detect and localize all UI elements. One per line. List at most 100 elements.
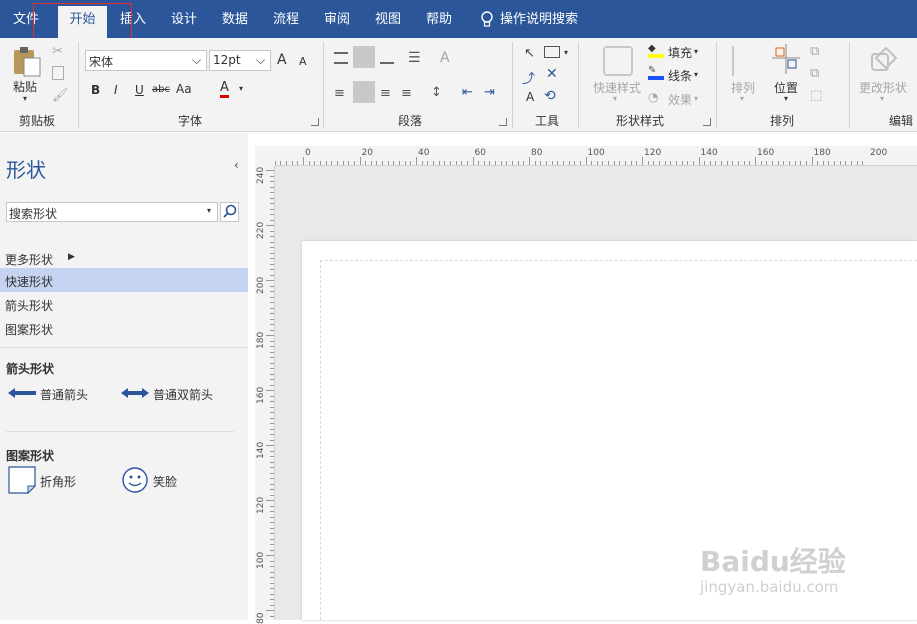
font-name-select[interactable]: 宋体 ⌵ (85, 50, 207, 71)
group-paragraph-label: 段落 (397, 114, 422, 128)
fill-icon[interactable]: ◆ (648, 44, 664, 58)
paste-icon[interactable] (10, 44, 44, 78)
quick-styles-dropdown-icon[interactable]: ▾ (613, 94, 617, 103)
ruler-tick (270, 467, 274, 468)
double-arrow-shape-label[interactable]: 普通双箭头 (153, 386, 213, 403)
rectangle-tool-icon[interactable] (544, 46, 560, 58)
effects-icon[interactable]: ◔ (648, 90, 658, 104)
copy-icon[interactable] (52, 66, 64, 80)
text-direction-icon[interactable]: A (440, 50, 450, 66)
increase-indent-icon[interactable]: ⇥ (484, 85, 495, 100)
font-color-button[interactable]: A (220, 81, 229, 98)
italic-button[interactable]: I (114, 83, 118, 97)
tell-me-search[interactable]: 操作说明搜索 (500, 0, 584, 38)
connector-tool-icon[interactable]: ⤴ (522, 68, 535, 87)
smiley-face-shape-label[interactable]: 笑脸 (153, 473, 177, 490)
shape-search-input[interactable]: 搜索形状 ▾ (6, 202, 218, 222)
ruler-tick (421, 161, 423, 165)
folded-corner-shape-icon[interactable] (8, 466, 37, 495)
ruler-tick (270, 203, 274, 204)
format-painter-icon[interactable]: 🖌 (52, 88, 69, 103)
ruler-tick (270, 351, 274, 353)
align-left-icon[interactable]: ≡ (334, 86, 345, 101)
ruler-tick (331, 161, 333, 165)
bold-button[interactable]: B (91, 83, 100, 97)
pointer-tool-icon[interactable]: ↖ (524, 46, 535, 61)
nav-quick-shapes[interactable]: 快速形状 (5, 273, 53, 290)
double-arrow-shape-icon[interactable] (121, 386, 149, 400)
align-center-icon[interactable] (353, 81, 375, 103)
ruler-tick (336, 161, 338, 165)
quick-styles-icon[interactable] (603, 46, 633, 76)
collapse-panel-icon[interactable]: ‹ (234, 158, 239, 172)
tab-view[interactable]: 视图 (365, 0, 411, 38)
paragraph-dialog-launcher-icon[interactable] (499, 118, 507, 126)
tab-process[interactable]: 流程 (263, 0, 309, 38)
ruler-tick (270, 439, 274, 441)
line-spacing-icon[interactable]: ↕ (431, 85, 442, 100)
paste-button[interactable]: 粘贴 (13, 78, 37, 95)
paste-dropdown-icon[interactable]: ▾ (23, 94, 27, 103)
line-dropdown-icon[interactable]: ▾ (694, 70, 698, 79)
tab-review[interactable]: 审阅 (314, 0, 360, 38)
change-shape-dropdown-icon[interactable]: ▾ (880, 94, 884, 103)
ruler-label: 160 (256, 386, 266, 404)
font-dialog-launcher-icon[interactable] (311, 118, 319, 126)
position-dropdown-icon[interactable]: ▾ (784, 94, 788, 103)
nav-more-shapes[interactable]: 更多形状 (5, 251, 53, 268)
fill-dropdown-icon[interactable]: ▾ (694, 47, 698, 56)
font-size-select[interactable]: 12pt ⌵ (209, 50, 271, 71)
align-bottom-icon[interactable] (380, 52, 394, 64)
tab-design[interactable]: 设计 (161, 0, 207, 38)
ruler-tick (726, 161, 728, 165)
search-icon[interactable] (220, 202, 239, 222)
line-button[interactable]: 线条 (668, 67, 692, 84)
fill-button[interactable]: 填充 (668, 44, 692, 61)
arrow-shape-label[interactable]: 普通箭头 (40, 386, 88, 403)
grow-font-button[interactable]: A (277, 52, 287, 68)
text-tool-icon[interactable]: A (526, 90, 534, 104)
connection-point-icon[interactable]: ✕ (546, 66, 558, 82)
strikethrough-button[interactable]: abc (152, 84, 170, 95)
folded-corner-shape-label[interactable]: 折角形 (40, 473, 76, 490)
nav-pattern-shapes[interactable]: 图案形状 (5, 321, 53, 338)
ruler-tick (365, 161, 367, 165)
align-right-icon[interactable]: ≡ (380, 86, 391, 101)
shape-styles-dialog-launcher-icon[interactable] (703, 118, 711, 126)
decrease-indent-icon[interactable]: ⇤ (462, 85, 473, 100)
tab-help[interactable]: 帮助 (416, 0, 462, 38)
ruler-tick (270, 252, 274, 254)
ruler-tick (270, 269, 274, 270)
ruler-tick (449, 161, 451, 165)
shape-search-placeholder: 搜索形状 (9, 207, 58, 221)
arrow-shape-icon[interactable] (8, 386, 36, 400)
shrink-font-button[interactable]: A (299, 55, 307, 68)
group-shapes-icon[interactable]: ⬚ (810, 88, 822, 103)
ruler-tick (715, 161, 717, 165)
ruler-tick (540, 161, 542, 165)
cut-icon[interactable]: ✂ (52, 44, 63, 59)
tab-data[interactable]: 数据 (212, 0, 258, 38)
send-backward-icon[interactable]: ⧉ (810, 66, 819, 81)
align-middle-icon[interactable] (353, 46, 375, 68)
effects-button[interactable]: 效果 (668, 91, 692, 108)
search-dropdown-icon[interactable]: ▾ (207, 206, 211, 215)
position-icon[interactable] (772, 44, 800, 74)
underline-button[interactable]: U (135, 83, 144, 97)
change-shape-icon[interactable] (868, 46, 898, 76)
ruler-tick (545, 161, 547, 165)
smiley-face-shape-icon[interactable] (121, 466, 149, 494)
rectangle-dropdown-icon[interactable]: ▾ (564, 48, 568, 57)
align-dropdown-icon[interactable]: ▾ (740, 94, 744, 103)
justify-icon[interactable]: ≡ (401, 86, 412, 101)
align-top-icon[interactable] (334, 52, 348, 64)
bring-forward-icon[interactable]: ⧉ (810, 44, 819, 59)
align-shapes-icon[interactable] (732, 46, 754, 76)
bullets-icon[interactable]: ☰ (408, 50, 421, 66)
change-case-button[interactable]: Aa (176, 82, 192, 96)
text-block-icon[interactable]: ⟲ (544, 88, 556, 104)
font-color-dropdown-icon[interactable]: ▾ (239, 84, 243, 93)
nav-arrow-shapes[interactable]: 箭头形状 (5, 297, 53, 314)
effects-dropdown-icon[interactable]: ▾ (694, 94, 698, 103)
line-icon[interactable]: ✎ (648, 66, 664, 80)
